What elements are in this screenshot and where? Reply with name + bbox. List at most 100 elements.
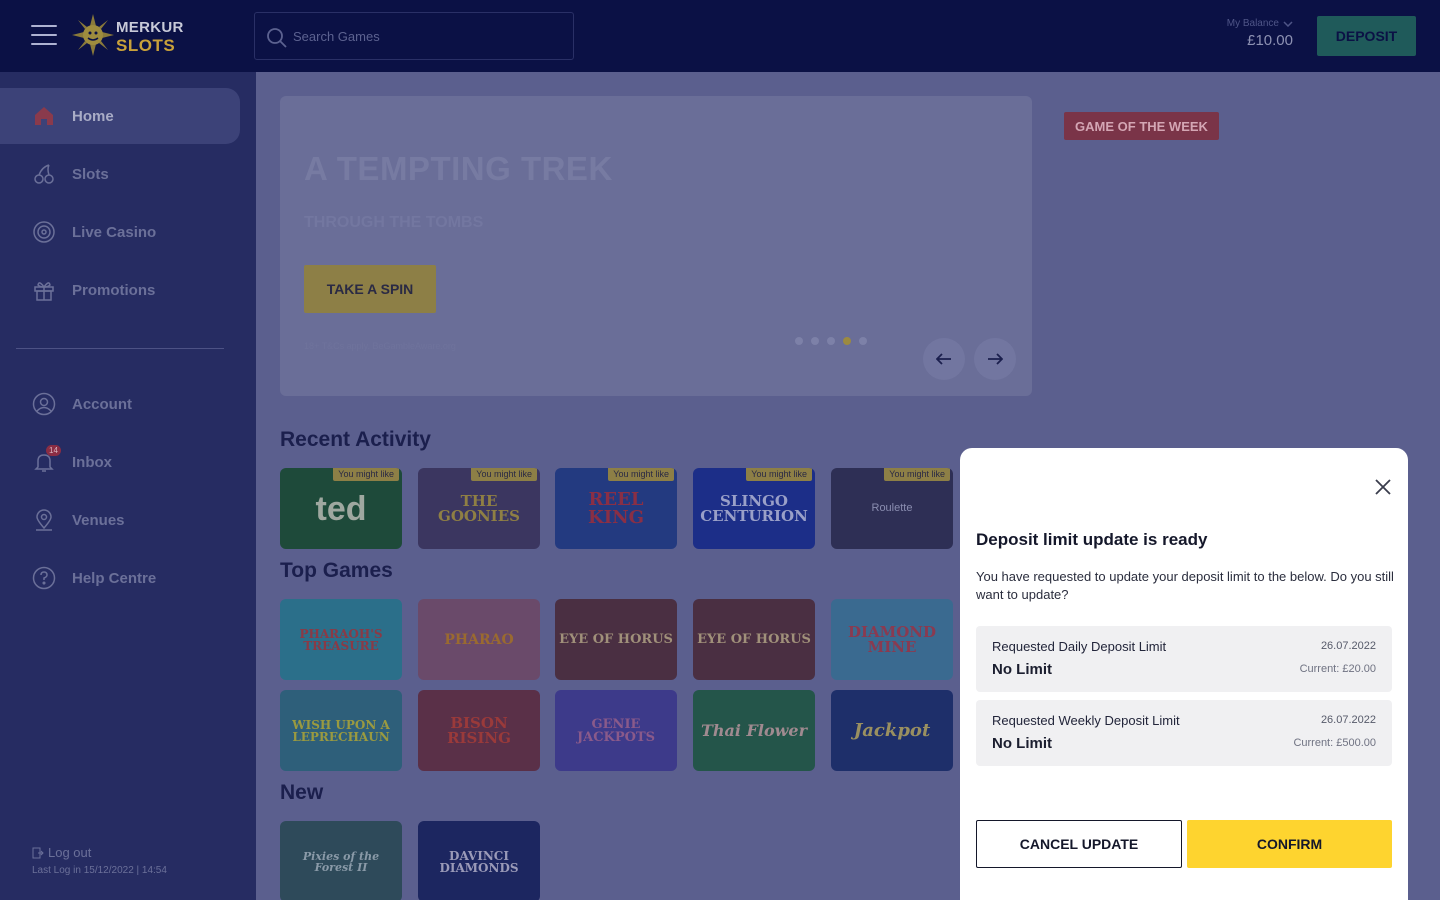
cancel-update-button[interactable]: CANCEL UPDATE — [976, 820, 1182, 868]
sidebar-item-promotions[interactable]: Promotions — [0, 262, 240, 318]
game-tile-label: Roulette — [871, 502, 913, 514]
take-a-spin-button[interactable]: TAKE A SPIN — [304, 265, 436, 313]
roulette-icon — [32, 220, 56, 244]
game-tile[interactable]: Jackpot — [831, 690, 953, 771]
modal-title: Deposit limit update is ready — [976, 530, 1208, 549]
game-tile-ted[interactable]: You might like ted — [280, 468, 402, 549]
carousel-prev-button[interactable] — [923, 338, 965, 380]
game-tile-slingo-centurion[interactable]: You might like SLINGO CENTURION — [693, 468, 815, 549]
section-title-new: New — [280, 781, 324, 804]
logout-label: Log out — [48, 845, 92, 860]
limit-value: No Limit — [992, 735, 1052, 752]
search-box[interactable] — [254, 12, 574, 60]
you-might-like-tag: You might like — [471, 468, 537, 481]
merkur-slots-logo[interactable]: MERKUR SLOTS — [72, 14, 192, 58]
sidebar-item-label: Promotions — [72, 281, 156, 299]
confirm-button[interactable]: CONFIRM — [1187, 820, 1392, 868]
logo-text-merkur: MERKUR — [116, 19, 184, 36]
game-tile[interactable]: DAVINCI DIAMONDS — [418, 821, 540, 900]
help-icon — [32, 566, 56, 590]
game-tile-label: Pixies of the Forest II — [302, 849, 380, 874]
menu-icon[interactable] — [31, 25, 57, 47]
game-tile[interactable]: EYE OF HORUS — [555, 599, 677, 680]
limit-label: Requested Weekly Deposit Limit — [992, 713, 1180, 728]
game-tile-label: DIAMOND MINE — [847, 622, 937, 656]
balance-label: My Balance — [1227, 18, 1293, 29]
game-tile[interactable]: WISH UPON A LEPRECHAUN — [280, 690, 402, 771]
sidebar: Home Slots Live Casino Promotions Accoun… — [0, 72, 256, 900]
limit-label: Requested Daily Deposit Limit — [992, 639, 1167, 654]
gift-icon — [32, 278, 56, 302]
game-tile-label: BISON RISING — [447, 713, 511, 747]
logout-link[interactable]: Log out — [32, 845, 91, 860]
limit-current: Current: £500.00 — [1293, 737, 1376, 749]
sidebar-item-inbox[interactable]: 14 Inbox — [0, 434, 240, 490]
limit-current: Current: £20.00 — [1299, 663, 1376, 675]
game-tile-roulette[interactable]: You might like Roulette — [831, 468, 953, 549]
hero-title: A TEMPTING TREK — [304, 150, 613, 187]
game-tile-label: WISH UPON A LEPRECHAUN — [292, 717, 390, 744]
game-tile[interactable]: EYE OF HORUS — [693, 599, 815, 680]
carousel-dot[interactable] — [859, 337, 867, 345]
inbox-badge: 14 — [46, 445, 61, 456]
carousel-dot-active[interactable] — [843, 337, 851, 345]
weekly-limit-card: Requested Weekly Deposit Limit 26.07.202… — [976, 700, 1392, 766]
sidebar-item-live-casino[interactable]: Live Casino — [0, 204, 240, 260]
map-pin-icon — [32, 508, 56, 532]
sidebar-divider — [16, 348, 224, 349]
close-icon[interactable] — [1374, 478, 1392, 496]
carousel-dot[interactable] — [827, 337, 835, 345]
arrow-right-icon — [988, 353, 1003, 365]
game-tile[interactable]: Thai Flower — [693, 690, 815, 771]
game-tile-label: THE GOONIES — [438, 491, 520, 525]
game-tile-label: PHARAO — [444, 631, 514, 648]
balance-display[interactable]: My Balance £10.00 — [1227, 18, 1293, 49]
game-tile[interactable]: DIAMOND MINE — [831, 599, 953, 680]
you-might-like-tag: You might like — [746, 468, 812, 481]
game-tile-label: DAVINCI DIAMONDS — [439, 848, 519, 875]
game-tile-reel-king[interactable]: You might like REEL KING — [555, 468, 677, 549]
logo-text-slots: SLOTS — [116, 36, 176, 55]
sidebar-item-help-centre[interactable]: Help Centre — [0, 550, 240, 606]
sidebar-item-label: Home — [72, 107, 114, 125]
deposit-limit-modal: Deposit limit update is ready You have r… — [960, 448, 1408, 900]
game-tile-label: REEL KING — [588, 488, 644, 528]
deposit-button[interactable]: DEPOSIT — [1317, 16, 1416, 56]
bell-icon: 14 — [32, 445, 61, 474]
carousel-dot[interactable] — [795, 337, 803, 345]
game-tile-label: GENIE JACKPOTS — [576, 716, 656, 745]
search-input[interactable] — [293, 13, 563, 59]
sidebar-item-home[interactable]: Home — [0, 88, 240, 144]
you-might-like-tag: You might like — [608, 468, 674, 481]
limit-date: 26.07.2022 — [1320, 640, 1376, 652]
hero-banner: A TEMPTING TREK THROUGH THE TOMBS TAKE A… — [280, 96, 1032, 396]
game-tile[interactable]: Pixies of the Forest II — [280, 821, 402, 900]
game-tile[interactable]: PHARAOH'S TREASURE — [280, 599, 402, 680]
carousel-dots — [795, 337, 867, 345]
search-icon — [267, 28, 287, 48]
sidebar-item-label: Slots — [72, 165, 109, 183]
game-tile-label: Jackpot — [853, 719, 931, 741]
chevron-down-icon — [1283, 20, 1293, 27]
game-tile[interactable]: BISON RISING — [418, 690, 540, 771]
daily-limit-card: Requested Daily Deposit Limit 26.07.2022… — [976, 626, 1392, 692]
carousel-next-button[interactable] — [974, 338, 1016, 380]
game-tile-goonies[interactable]: You might like THE GOONIES — [418, 468, 540, 549]
sidebar-item-label: Account — [72, 395, 132, 413]
sidebar-item-venues[interactable]: Venues — [0, 492, 240, 548]
sidebar-item-slots[interactable]: Slots — [0, 146, 240, 202]
merkur-sun-icon — [72, 14, 114, 56]
carousel-dot[interactable] — [811, 337, 819, 345]
modal-description: You have requested to update your deposi… — [976, 569, 1394, 602]
sidebar-item-label: Help Centre — [72, 569, 157, 587]
balance-value: £10.00 — [1247, 32, 1293, 49]
last-login-text: Last Log in 15/12/2022 | 14:54 — [32, 865, 167, 876]
game-tile[interactable]: GENIE JACKPOTS — [555, 690, 677, 771]
game-tile[interactable]: PHARAO — [418, 599, 540, 680]
game-of-the-week-badge[interactable]: GAME OF THE WEEK — [1064, 112, 1219, 140]
sidebar-item-account[interactable]: Account — [0, 376, 240, 432]
sidebar-item-label: Inbox — [72, 453, 112, 471]
balance-label-text: My Balance — [1226, 18, 1279, 29]
game-tile-label: EYE OF HORUS — [559, 632, 673, 647]
logout-icon — [32, 847, 44, 858]
